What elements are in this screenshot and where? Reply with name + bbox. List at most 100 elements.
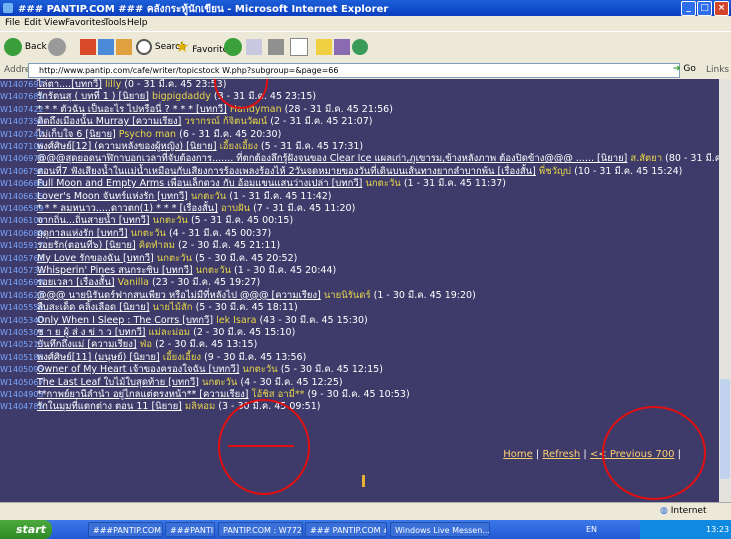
author-name: วรากรณ์ ก้จิตนวัฒน์ [184, 116, 268, 128]
taskbar-item[interactable]: PANTIP.COM : W772... [218, 522, 303, 537]
topic-link[interactable]: บันทึกถึงแม่ [ความเรียง] [37, 339, 137, 350]
topic-id: W1406589 [0, 204, 44, 213]
address-input[interactable]: http://www.pantip.com/cafe/writer/topics… [28, 63, 680, 78]
back-arrow-icon [4, 37, 22, 56]
topic-link[interactable]: ไม่เก็บใจ 6 [นิยาย] [37, 129, 116, 140]
language-indicator[interactable]: EN [586, 520, 597, 539]
topic-id: W1405185 [0, 352, 44, 362]
topic-link[interactable]: ฤดูกาลแห่งรัก [บทกวี] [37, 228, 128, 239]
author-name: นกตะวัน [156, 252, 193, 264]
topic-row: W1405215บันทึกถึงแม่ [ความเรียง] ฟ่อ (2 … [0, 339, 257, 350]
topic-id: W1405623 [0, 290, 44, 300]
topic-id: W1407106 [0, 142, 44, 151]
window-title: ### PANTIP.COM ### คลังกระทู้นักเขียน - … [18, 4, 389, 15]
taskbar-item[interactable]: Windows Live Messen... [390, 522, 490, 537]
topic-link[interactable]: The Last Leaf ใบไม้ใบสุดท้าย [บทกวี] [37, 377, 199, 388]
topic-row: W1405340Only When I Sleep : The Corrs [บ… [0, 315, 368, 326]
mail-button[interactable] [246, 37, 262, 57]
topic-link[interactable]: Owner of My Heart เจ้าของครองใจฉัน [บทกว… [37, 364, 239, 375]
topic-link[interactable]: จากถิ่น...ถิ่นสายน้ำ [บทกวี] [37, 215, 150, 226]
topic-meta: (10 - 31 มี.ค. 45 15:24) [574, 165, 683, 177]
mail-icon [246, 38, 262, 55]
topic-row: W1405761My Love รักของฉัน [บทกวี] นกตะวั… [0, 253, 297, 264]
topic-meta: (9 - 30 มี.ค. 45 10:53) [307, 389, 410, 400]
stop-button[interactable] [80, 37, 96, 57]
topic-link[interactable]: รอยรัก(ตอนที่๖) [นิยาย] [37, 240, 136, 251]
refresh-link[interactable]: Refresh [542, 449, 580, 460]
taskbar-item[interactable]: ### PANTIP.COM #... [305, 522, 387, 537]
menu-edit[interactable]: Edit [24, 18, 41, 28]
scroll-thumb[interactable] [720, 379, 730, 479]
menu-tools[interactable]: Tools [104, 18, 126, 28]
menu-favorites[interactable]: Favorites [65, 18, 106, 28]
topic-link[interactable]: @@@สุดยอดนาฬิกาบอกเวลาที่จับต้องการ.....… [37, 153, 627, 164]
taskbar: start ###PANTIP.COM###...###PANTIP.COM#.… [0, 520, 731, 539]
topic-link[interactable]: รอยเวลา [เรื่องสั้น] [37, 277, 115, 288]
topic-meta: (1 - 31 มี.ค. 45 11:37) [403, 178, 507, 190]
close-button[interactable]: × [714, 1, 729, 16]
topic-id: W1405215 [0, 340, 44, 350]
edit-button[interactable] [290, 37, 308, 57]
history-button[interactable] [224, 37, 242, 57]
page-marker [362, 475, 365, 487]
topic-link[interactable]: Only When I Sleep : The Corrs [บทกวี] [37, 315, 213, 326]
print-button[interactable] [268, 37, 284, 57]
topic-row: W1404903**กาพย์ยานีลำนำ อยู่ไกลแต่ตรงหน้… [0, 389, 410, 400]
topic-meta: (1 - 30 มี.ค. 45 20:44) [234, 265, 337, 276]
topic-row: W1405698รอยเวลา [เรื่องสั้น] Vanilla (23… [0, 277, 260, 288]
taskbar-item[interactable]: ###PANTIP.COM###... [88, 522, 163, 537]
topic-link[interactable]: Lover's Moon จันทร์แห่งรัก [บทกวี] [37, 191, 188, 202]
topic-meta: (80 - 31 มี.ค. 45 16:34) [665, 153, 719, 165]
topic-link[interactable]: @@@ นายนิรันดร์ฟากสนเพียว หรือไม่มีที่หล… [37, 290, 321, 301]
messenger-icon [352, 38, 368, 55]
go-button[interactable]: ➔ Go [673, 64, 696, 74]
topic-id: W1405698 [0, 278, 44, 288]
topic-link[interactable]: ช า ย ผู้ ส่ ง ข่ า ว [บทกวี] [37, 327, 146, 338]
topic-link[interactable]: พงศ์ศิษย์[11] (มนุษย์) [นิยาย] [37, 352, 160, 363]
topic-id: W1407685 [0, 92, 44, 102]
start-button[interactable]: start [0, 520, 52, 539]
minimize-button[interactable]: _ [681, 1, 696, 16]
topic-link[interactable]: ตอนที่7 ฟังเสียงน้ำในแม่น้ำเหมือนกับเสีย… [37, 166, 536, 177]
menu-help[interactable]: Help [127, 18, 148, 28]
maximize-button[interactable]: □ [697, 1, 712, 16]
menu-view[interactable]: View [44, 18, 65, 28]
discuss-button[interactable] [316, 37, 332, 57]
topic-row: W1406976@@@สุดยอดนาฬิกาบอกเวลาที่จับต้อง… [0, 153, 719, 164]
topic-row: W1406758ตอนที่7 ฟังเสียงน้ำในแม่น้ำเหมือ… [0, 166, 682, 177]
star-icon: ★ [175, 37, 190, 56]
topic-link[interactable]: รักรัตนสุ ( บทที่ 1 ) [นิยาย] [37, 91, 149, 102]
topic-link[interactable]: คิดถึงเมืองนั้น Murray [ความเรียง] [37, 116, 181, 127]
home-link[interactable]: Home [503, 449, 533, 460]
back-button[interactable]: Back [4, 37, 47, 57]
topic-meta: (9 - 30 มี.ค. 45 13:56) [204, 351, 307, 363]
topic-link[interactable]: My Love รักของฉัน [บทกวี] [37, 253, 154, 264]
refresh-button[interactable] [98, 37, 114, 57]
topic-link[interactable]: พงศ์ศิษย์[12] (ความหลังของผู้หญิง) [นิยา… [37, 141, 217, 152]
research-button[interactable] [334, 37, 350, 57]
page-content: W1407697ไล่ตา....[บทกวี] lilly (0 - 31 ม… [0, 79, 719, 502]
author-name: นกตะวัน [190, 190, 227, 202]
messenger-button[interactable] [352, 37, 368, 57]
topic-link[interactable]: Whisperin' Pines สนกระซิบ [บทกวี] [37, 265, 193, 276]
topic-link[interactable]: สืบสะเด็ด คลิ้งเลือด [นิยาย] [37, 302, 150, 313]
topic-link[interactable]: รักในมุมที่แตกต่าง ตอน 11 [นิยาย] [37, 401, 182, 412]
taskbar-item[interactable]: ###PANTIP.COM#... [165, 522, 215, 537]
topic-id: W1405556 [0, 303, 44, 313]
home-button[interactable] [116, 37, 132, 57]
topic-link[interactable]: Full Moon and Empty Arms เพื่อนเล็กดวง ก… [37, 178, 362, 189]
author-name: เอี้ยงเอี้ยง [219, 141, 258, 152]
author-name: นกตะวัน [242, 364, 278, 376]
author-name: นกตะวัน [195, 265, 231, 276]
topic-id: W1406758 [0, 166, 44, 176]
topic-link[interactable]: ไล่ตา....[บทกวี] [37, 79, 102, 90]
forward-button[interactable] [48, 37, 66, 57]
topic-link[interactable]: * * * ลมหนาว.....ดาวตก(1) * * * [เรื่องส… [37, 203, 218, 214]
topic-link[interactable]: * * * ตัวฉัน เป็นอะไร ไปหรือนี่ ? * * * … [37, 104, 227, 115]
topic-link[interactable]: **กาพย์ยานีลำนำ อยู่ไกลแต่ตรงหน้า** [ควา… [37, 389, 249, 400]
topic-row: W1405095Owner of My Heart เจ้าของครองใจฉ… [0, 364, 383, 375]
menu-file[interactable]: File [5, 18, 20, 28]
vertical-scrollbar[interactable] [719, 79, 731, 502]
topic-meta: (5 - 30 มี.ค. 45 12:15) [280, 364, 383, 376]
links-button[interactable]: Links [706, 65, 729, 75]
